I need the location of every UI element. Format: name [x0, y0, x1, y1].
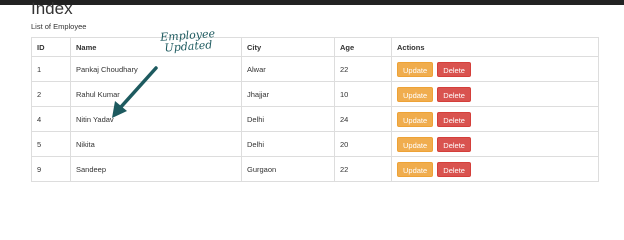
annotation-arrow-icon: [112, 66, 158, 118]
